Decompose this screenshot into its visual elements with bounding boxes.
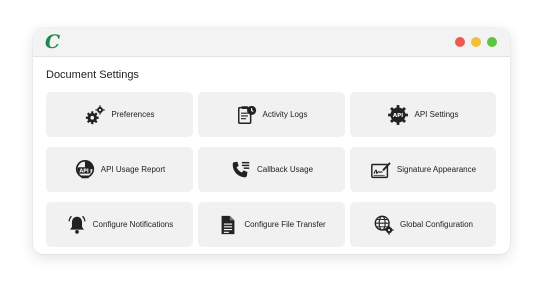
activity-logs-label: Activity Logs [262, 110, 308, 119]
app-logo: C [45, 31, 61, 53]
activity-logs-tile[interactable]: Activity Logs [198, 92, 345, 137]
configure-notifications-label: Configure Notifications [92, 220, 174, 229]
globe-gear-icon [373, 214, 395, 236]
svg-text:API: API [393, 113, 403, 119]
bell-icon [66, 214, 88, 236]
api-settings-label: API Settings [414, 110, 459, 119]
minimize-dot[interactable] [471, 37, 481, 47]
signature-appearance-tile[interactable]: Signature Appearance [350, 147, 496, 192]
api-gear-icon: API [387, 104, 409, 126]
global-configuration-tile[interactable]: Global Configuration [350, 202, 496, 247]
callback-usage-tile[interactable]: Callback Usage [198, 147, 345, 192]
api-usage-report-tile[interactable]: API API Usage Report [46, 147, 193, 192]
title-bar: C [33, 28, 510, 57]
preferences-tile[interactable]: Preferences [46, 92, 193, 137]
file-document-icon [217, 214, 239, 236]
activity-log-icon [236, 104, 258, 126]
svg-text:API: API [79, 168, 89, 174]
api-usage-report-label: API Usage Report [100, 165, 166, 174]
maximize-dot[interactable] [487, 37, 497, 47]
configure-notifications-tile[interactable]: Configure Notifications [46, 202, 193, 247]
phone-callback-icon [230, 159, 252, 181]
global-configuration-label: Global Configuration [400, 220, 473, 229]
preferences-label: Preferences [111, 110, 155, 119]
callback-usage-label: Callback Usage [256, 165, 314, 174]
close-dot[interactable] [455, 37, 465, 47]
settings-window: C Document Settings Preferences Activity… [33, 28, 510, 254]
gears-icon [84, 104, 106, 126]
configure-file-transfer-tile[interactable]: Configure File Transfer [198, 202, 345, 247]
api-settings-tile[interactable]: API API Settings [350, 92, 496, 137]
configure-file-transfer-label: Configure File Transfer [244, 220, 326, 229]
section-title: Document Settings [46, 69, 139, 81]
signature-appearance-label: Signature Appearance [396, 165, 477, 174]
settings-grid: Preferences Activity Logs API API Settin… [46, 92, 496, 247]
api-report-icon: API [74, 159, 96, 181]
signature-icon [370, 159, 392, 181]
window-controls [455, 37, 497, 47]
